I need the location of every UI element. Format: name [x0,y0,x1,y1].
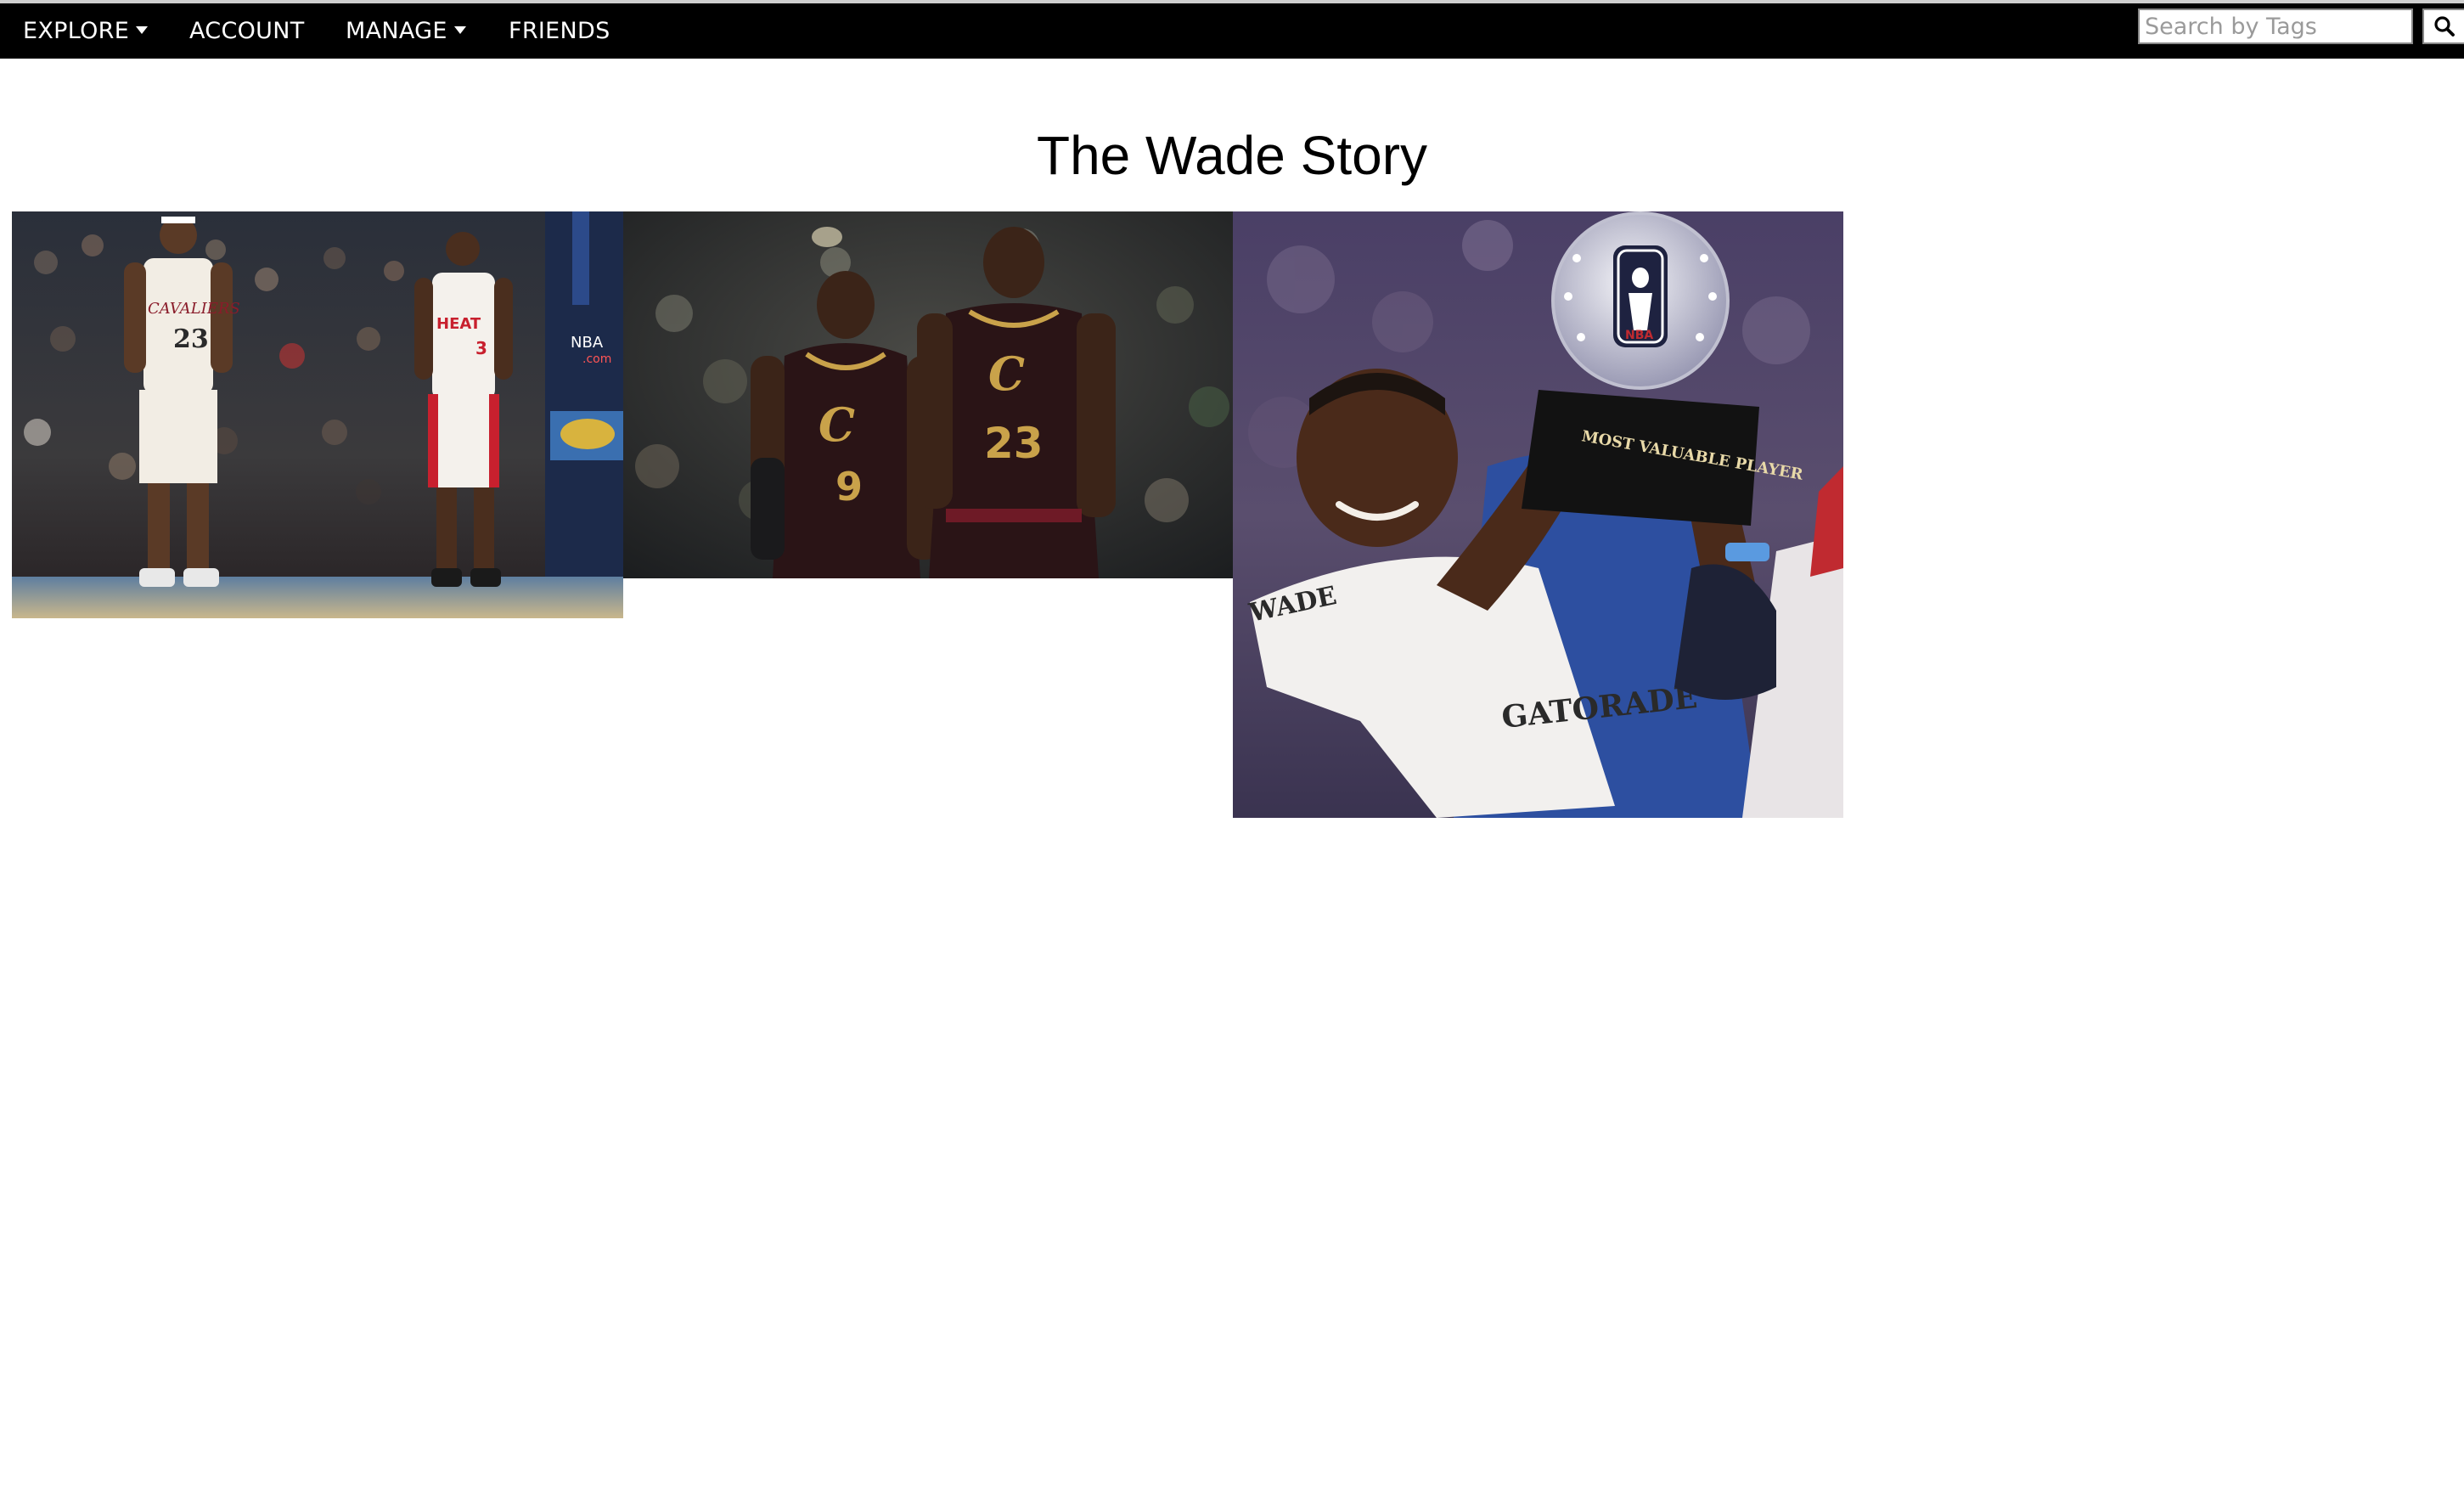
photo-cavaliers-teammates[interactable]: C 9 C 23 [623,211,1233,578]
photo-all-star-court[interactable]: NBA .com CAVALIERS 23 HEAT 3 [12,211,623,618]
svg-text:NBA: NBA [571,334,604,352]
svg-text:CAVALIERS: CAVALIERS [148,300,240,318]
svg-text:C: C [988,347,1025,401]
photo-cavaliers-teammates-image: C 9 C 23 [623,211,1233,578]
caret-down-icon [136,26,149,34]
nav-friends-label: FRIENDS [509,18,610,44]
nav-manage-menu[interactable]: MANAGE [346,3,466,59]
photo-all-star-court-image: NBA .com CAVALIERS 23 HEAT 3 [12,211,623,618]
svg-text:9: 9 [835,464,863,510]
svg-text:NBA: NBA [1625,329,1653,342]
nav-explore-label: EXPLORE [23,18,130,44]
photo-mvp-trophy-image: WADE GATORADE NBA MOST VALUABLE PLAYER [1233,211,1843,818]
nav-manage-label: MANAGE [346,18,447,44]
nav-account-label: ACCOUNT [189,18,305,44]
caret-down-icon [453,26,466,34]
svg-text:HEAT: HEAT [436,315,481,333]
nav-friends-link[interactable]: FRIENDS [509,3,610,59]
svg-text:C: C [819,397,855,452]
photo-mvp-trophy[interactable]: WADE GATORADE NBA MOST VALUABLE PLAYER [1233,211,1843,818]
top-navbar: EXPLORE ACCOUNT MANAGE FRIENDS [0,3,2464,59]
svg-text:.com: .com [582,352,611,366]
search-icon [2433,16,2455,37]
page-title: The Wade Story [1036,125,1428,186]
svg-text:23: 23 [984,419,1044,468]
svg-text:3: 3 [475,338,487,358]
nav-explore-menu[interactable]: EXPLORE [23,3,149,59]
nav-account-link[interactable]: ACCOUNT [189,3,305,59]
svg-text:23: 23 [173,324,209,354]
search-tags-input[interactable] [2138,8,2413,44]
search-button[interactable] [2422,8,2464,44]
